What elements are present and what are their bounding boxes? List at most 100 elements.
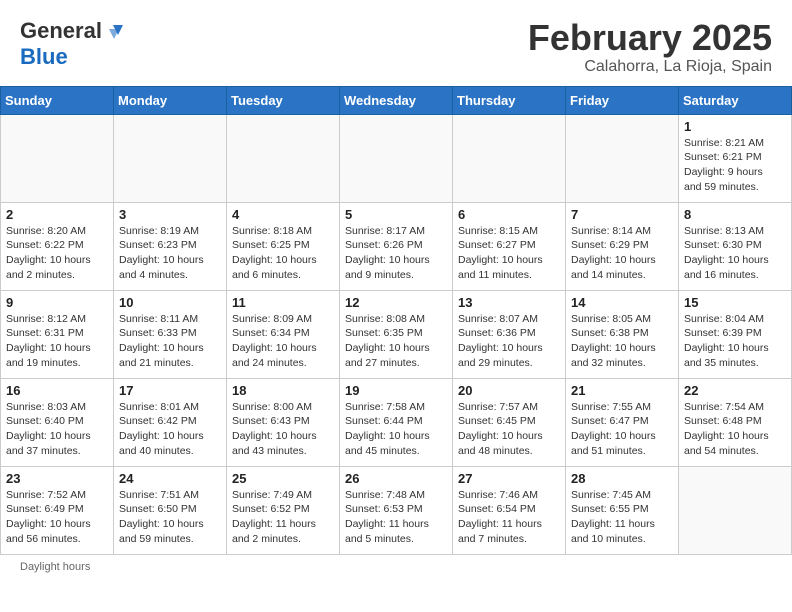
footer-note: Daylight hours — [20, 561, 90, 573]
day-number: 19 — [345, 383, 447, 398]
table-row: 6 Sunrise: 8:15 AM Sunset: 6:27 PM Daylig… — [453, 202, 566, 290]
title-section: February 2025 Calahorra, La Rioja, Spain — [528, 18, 772, 76]
day-number: 15 — [684, 295, 786, 310]
week-row: 2 Sunrise: 8:20 AM Sunset: 6:22 PM Daylig… — [1, 202, 792, 290]
day-number: 28 — [571, 471, 673, 486]
day-info: Sunrise: 8:00 AM Sunset: 6:43 PM Dayligh… — [232, 400, 334, 459]
day-info: Sunrise: 7:57 AM Sunset: 6:45 PM Dayligh… — [458, 400, 560, 459]
table-row: 19 Sunrise: 7:58 AM Sunset: 6:44 PM Dayli… — [340, 378, 453, 466]
day-number: 14 — [571, 295, 673, 310]
day-number: 5 — [345, 207, 447, 222]
dow-header: Sunday — [1, 86, 114, 114]
day-number: 25 — [232, 471, 334, 486]
day-info: Sunrise: 8:21 AM Sunset: 6:21 PM Dayligh… — [684, 136, 786, 195]
table-row — [453, 114, 566, 202]
day-number: 23 — [6, 471, 108, 486]
day-info: Sunrise: 7:49 AM Sunset: 6:52 PM Dayligh… — [232, 488, 334, 547]
week-row: 23 Sunrise: 7:52 AM Sunset: 6:49 PM Dayli… — [1, 466, 792, 554]
day-info: Sunrise: 8:20 AM Sunset: 6:22 PM Dayligh… — [6, 224, 108, 283]
dow-header: Monday — [114, 86, 227, 114]
table-row — [340, 114, 453, 202]
day-number: 10 — [119, 295, 221, 310]
day-number: 3 — [119, 207, 221, 222]
table-row: 12 Sunrise: 8:08 AM Sunset: 6:35 PM Dayli… — [340, 290, 453, 378]
table-row: 2 Sunrise: 8:20 AM Sunset: 6:22 PM Daylig… — [1, 202, 114, 290]
dow-header: Friday — [566, 86, 679, 114]
table-row: 23 Sunrise: 7:52 AM Sunset: 6:49 PM Dayli… — [1, 466, 114, 554]
day-number: 20 — [458, 383, 560, 398]
dow-header: Wednesday — [340, 86, 453, 114]
table-row: 5 Sunrise: 8:17 AM Sunset: 6:26 PM Daylig… — [340, 202, 453, 290]
day-info: Sunrise: 7:48 AM Sunset: 6:53 PM Dayligh… — [345, 488, 447, 547]
week-row: 1 Sunrise: 8:21 AM Sunset: 6:21 PM Daylig… — [1, 114, 792, 202]
day-number: 21 — [571, 383, 673, 398]
table-row: 21 Sunrise: 7:55 AM Sunset: 6:47 PM Dayli… — [566, 378, 679, 466]
day-number: 22 — [684, 383, 786, 398]
day-number: 12 — [345, 295, 447, 310]
table-row: 3 Sunrise: 8:19 AM Sunset: 6:23 PM Daylig… — [114, 202, 227, 290]
day-info: Sunrise: 8:03 AM Sunset: 6:40 PM Dayligh… — [6, 400, 108, 459]
day-of-week-row: SundayMondayTuesdayWednesdayThursdayFrid… — [1, 86, 792, 114]
day-number: 17 — [119, 383, 221, 398]
table-row: 10Sunrise: 8:11 AM Sunset: 6:33 PM Dayli… — [114, 290, 227, 378]
table-row: 15 Sunrise: 8:04 AM Sunset: 6:39 PM Dayli… — [679, 290, 792, 378]
day-info: Sunrise: 8:12 AM Sunset: 6:31 PM Dayligh… — [6, 312, 108, 371]
table-row: 7Sunrise: 8:14 AM Sunset: 6:29 PM Daylig… — [566, 202, 679, 290]
table-row: 13 Sunrise: 8:07 AM Sunset: 6:36 PM Dayli… — [453, 290, 566, 378]
table-row: 26 Sunrise: 7:48 AM Sunset: 6:53 PM Dayli… — [340, 466, 453, 554]
day-number: 26 — [345, 471, 447, 486]
table-row: 27Sunrise: 7:46 AM Sunset: 6:54 PM Dayli… — [453, 466, 566, 554]
table-row — [114, 114, 227, 202]
logo-blue: Blue — [20, 44, 68, 70]
month-year: February 2025 — [528, 18, 772, 58]
table-row: 8 Sunrise: 8:13 AM Sunset: 6:30 PM Daylig… — [679, 202, 792, 290]
table-row: 22 Sunrise: 7:54 AM Sunset: 6:48 PM Dayli… — [679, 378, 792, 466]
day-info: Sunrise: 8:04 AM Sunset: 6:39 PM Dayligh… — [684, 312, 786, 371]
day-info: Sunrise: 7:55 AM Sunset: 6:47 PM Dayligh… — [571, 400, 673, 459]
day-info: Sunrise: 8:07 AM Sunset: 6:36 PM Dayligh… — [458, 312, 560, 371]
day-number: 4 — [232, 207, 334, 222]
calendar: SundayMondayTuesdayWednesdayThursdayFrid… — [0, 86, 792, 555]
table-row: 1 Sunrise: 8:21 AM Sunset: 6:21 PM Daylig… — [679, 114, 792, 202]
day-info: Sunrise: 7:45 AM Sunset: 6:55 PM Dayligh… — [571, 488, 673, 547]
day-number: 2 — [6, 207, 108, 222]
logo-general: General — [20, 18, 102, 44]
day-number: 9 — [6, 295, 108, 310]
footer: Daylight hours — [0, 555, 792, 579]
table-row: 25 Sunrise: 7:49 AM Sunset: 6:52 PM Dayli… — [227, 466, 340, 554]
table-row — [1, 114, 114, 202]
table-row: 20 Sunrise: 7:57 AM Sunset: 6:45 PM Dayli… — [453, 378, 566, 466]
table-row: 9 Sunrise: 8:12 AM Sunset: 6:31 PM Daylig… — [1, 290, 114, 378]
header: General Blue February 2025 Calahorra, La… — [0, 0, 792, 86]
day-info: Sunrise: 8:17 AM Sunset: 6:26 PM Dayligh… — [345, 224, 447, 283]
day-info: Sunrise: 8:13 AM Sunset: 6:30 PM Dayligh… — [684, 224, 786, 283]
week-row: 9 Sunrise: 8:12 AM Sunset: 6:31 PM Daylig… — [1, 290, 792, 378]
table-row: 16 Sunrise: 8:03 AM Sunset: 6:40 PM Dayli… — [1, 378, 114, 466]
calendar-body: 1 Sunrise: 8:21 AM Sunset: 6:21 PM Daylig… — [1, 114, 792, 554]
dow-header: Tuesday — [227, 86, 340, 114]
day-number: 1 — [684, 119, 786, 134]
day-info: Sunrise: 7:46 AM Sunset: 6:54 PM Dayligh… — [458, 488, 560, 547]
table-row: 14Sunrise: 8:05 AM Sunset: 6:38 PM Dayli… — [566, 290, 679, 378]
day-number: 24 — [119, 471, 221, 486]
day-number: 6 — [458, 207, 560, 222]
day-info: Sunrise: 8:15 AM Sunset: 6:27 PM Dayligh… — [458, 224, 560, 283]
day-info: Sunrise: 8:19 AM Sunset: 6:23 PM Dayligh… — [119, 224, 221, 283]
table-row: 11Sunrise: 8:09 AM Sunset: 6:34 PM Dayli… — [227, 290, 340, 378]
day-info: Sunrise: 7:52 AM Sunset: 6:49 PM Dayligh… — [6, 488, 108, 547]
day-number: 13 — [458, 295, 560, 310]
day-info: Sunrise: 7:58 AM Sunset: 6:44 PM Dayligh… — [345, 400, 447, 459]
location: Calahorra, La Rioja, Spain — [528, 58, 772, 76]
dow-header: Saturday — [679, 86, 792, 114]
table-row — [566, 114, 679, 202]
day-info: Sunrise: 8:08 AM Sunset: 6:35 PM Dayligh… — [345, 312, 447, 371]
day-info: Sunrise: 7:54 AM Sunset: 6:48 PM Dayligh… — [684, 400, 786, 459]
table-row: 4Sunrise: 8:18 AM Sunset: 6:25 PM Daylig… — [227, 202, 340, 290]
dow-header: Thursday — [453, 86, 566, 114]
day-info: Sunrise: 8:01 AM Sunset: 6:42 PM Dayligh… — [119, 400, 221, 459]
table-row: 17 Sunrise: 8:01 AM Sunset: 6:42 PM Dayli… — [114, 378, 227, 466]
table-row: 28 Sunrise: 7:45 AM Sunset: 6:55 PM Dayli… — [566, 466, 679, 554]
day-number: 16 — [6, 383, 108, 398]
day-number: 18 — [232, 383, 334, 398]
day-number: 8 — [684, 207, 786, 222]
